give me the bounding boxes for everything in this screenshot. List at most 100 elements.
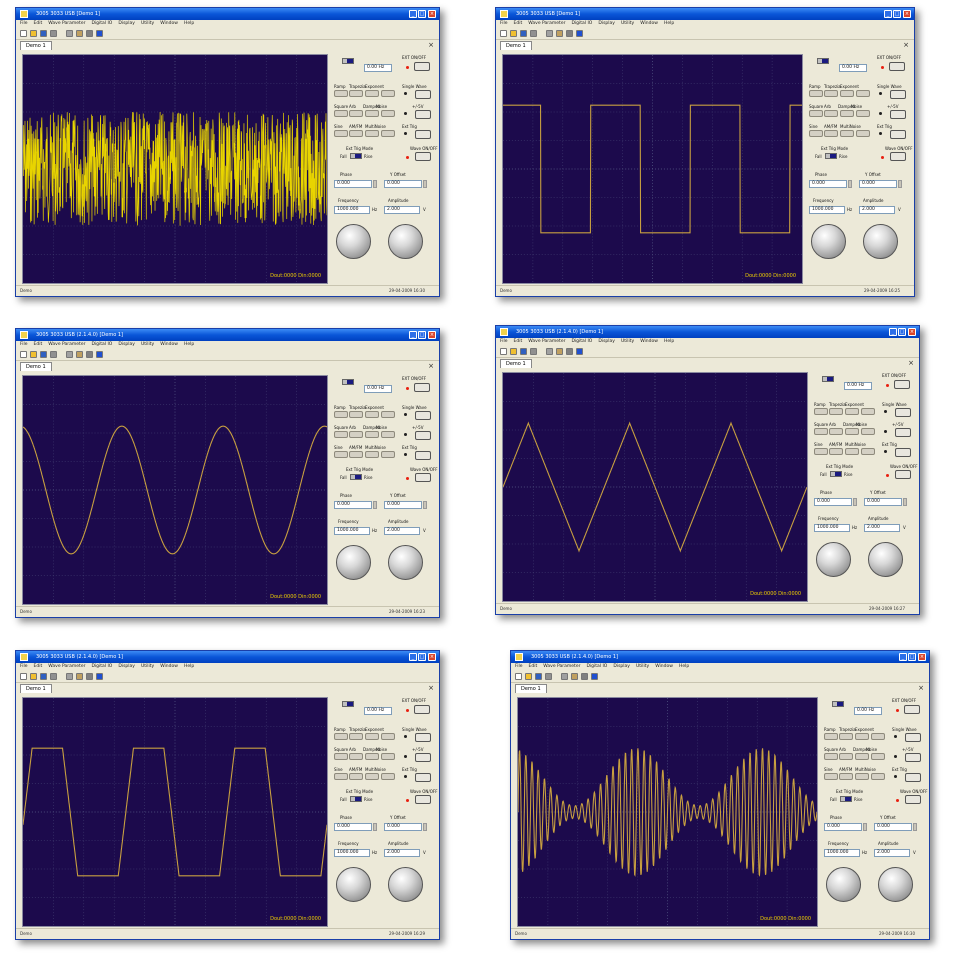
open-folder-icon[interactable] (525, 673, 532, 680)
menu-item[interactable]: Digital IO (571, 21, 592, 26)
offset-input[interactable]: 0.000 (384, 501, 422, 509)
ext-trig-button[interactable] (905, 773, 921, 782)
range-button[interactable] (415, 431, 431, 440)
menu-item[interactable]: Help (664, 21, 674, 26)
wave-select-button[interactable] (829, 428, 843, 435)
pen-icon[interactable] (556, 30, 563, 37)
menu-item[interactable]: Digital IO (91, 664, 112, 669)
wave-select-button[interactable] (824, 773, 838, 780)
tools-icon[interactable] (566, 348, 573, 355)
wave-onoff-button[interactable] (890, 152, 906, 161)
wave-select-button[interactable] (856, 90, 870, 97)
offset-input[interactable]: 0.000 (384, 823, 422, 831)
minimize-icon[interactable]: _ (899, 653, 907, 661)
ext-onoff-button[interactable] (904, 705, 920, 714)
singlewave-button[interactable] (415, 411, 431, 420)
wave-select-button[interactable] (839, 733, 853, 740)
frequency-knob[interactable] (811, 224, 846, 259)
close-icon[interactable]: × (903, 10, 911, 18)
zoom-icon[interactable] (66, 673, 73, 680)
window-titlebar[interactable]: 3005 3033 USB (2.1.4.0) [Demo 1] _ □ × (511, 651, 929, 663)
wave-select-button[interactable] (824, 733, 838, 740)
menu-item[interactable]: Wave Parameter (528, 339, 565, 344)
menu-item[interactable]: Window (640, 339, 658, 344)
open-folder-icon[interactable] (510, 30, 517, 37)
menu-item[interactable]: Digital IO (91, 342, 112, 347)
wave-select-button[interactable] (365, 90, 379, 97)
singlewave-button[interactable] (890, 90, 906, 99)
tab-demo[interactable]: Demo 1 (20, 684, 52, 693)
wave-select-button[interactable] (381, 431, 395, 438)
wave-onoff-button[interactable] (415, 152, 431, 161)
save-icon[interactable] (535, 673, 542, 680)
mode-switch[interactable] (832, 701, 844, 707)
wave-select-button[interactable] (381, 773, 395, 780)
help-icon[interactable] (591, 673, 598, 680)
mode-switch[interactable] (342, 58, 354, 64)
close-icon[interactable]: × (908, 328, 916, 336)
phase-input[interactable]: 0.000 (824, 823, 862, 831)
save-icon[interactable] (40, 673, 47, 680)
wave-select-button[interactable] (809, 130, 823, 137)
phase-input[interactable]: 0.000 (334, 501, 372, 509)
ext-onoff-button[interactable] (889, 62, 905, 71)
wave-select-button[interactable] (856, 130, 870, 137)
menu-item[interactable]: Help (184, 21, 194, 26)
offset-spinner[interactable] (898, 180, 902, 188)
new-file-icon[interactable] (515, 673, 522, 680)
frequency-input[interactable]: 1000.000 (334, 849, 370, 857)
close-icon[interactable]: × (908, 359, 914, 368)
frequency-input[interactable]: 1000.000 (809, 206, 845, 214)
amplitude-knob[interactable] (388, 867, 423, 902)
print-icon[interactable] (50, 30, 57, 37)
wave-select-button[interactable] (871, 733, 885, 740)
menu-item[interactable]: Edit (34, 664, 43, 669)
tab-demo[interactable]: Demo 1 (500, 359, 532, 368)
maximize-icon[interactable]: □ (418, 10, 426, 18)
wave-select-button[interactable] (381, 130, 395, 137)
menu-item[interactable]: Display (598, 21, 615, 26)
menu-item[interactable]: Display (118, 342, 135, 347)
help-icon[interactable] (96, 673, 103, 680)
maximize-icon[interactable]: □ (908, 653, 916, 661)
wave-select-button[interactable] (381, 753, 395, 760)
menu-item[interactable]: Utility (141, 664, 154, 669)
wave-onoff-button[interactable] (415, 473, 431, 482)
menu-item[interactable]: Window (640, 21, 658, 26)
offset-input[interactable]: 0.000 (384, 180, 422, 188)
menu-item[interactable]: Digital IO (91, 21, 112, 26)
window-titlebar[interactable]: 3005 3033 USB [Demo 1] _ □ × (496, 8, 914, 20)
wave-select-button[interactable] (381, 90, 395, 97)
wave-select-button[interactable] (365, 451, 379, 458)
wave-select-button[interactable] (814, 408, 828, 415)
ext-onoff-button[interactable] (414, 383, 430, 392)
wave-select-button[interactable] (334, 451, 348, 458)
ext-onoff-button[interactable] (414, 705, 430, 714)
wave-select-button[interactable] (840, 90, 854, 97)
menu-item[interactable]: File (500, 339, 508, 344)
wave-select-button[interactable] (381, 733, 395, 740)
wave-select-button[interactable] (365, 753, 379, 760)
amplitude-knob[interactable] (878, 867, 913, 902)
ext-trig-button[interactable] (895, 448, 911, 457)
window-titlebar[interactable]: 3005 3033 USB (2.1.4.0) [Demo 1] _ □ × (16, 329, 439, 341)
pen-icon[interactable] (556, 348, 563, 355)
zoom-icon[interactable] (561, 673, 568, 680)
singlewave-button[interactable] (895, 408, 911, 417)
menu-item[interactable]: Edit (514, 339, 523, 344)
amplitude-knob[interactable] (388, 545, 423, 580)
menu-item[interactable]: Edit (34, 21, 43, 26)
menu-item[interactable]: Digital IO (586, 664, 607, 669)
wave-select-button[interactable] (871, 773, 885, 780)
wave-select-button[interactable] (349, 130, 363, 137)
menu-item[interactable]: Window (160, 342, 178, 347)
phase-input[interactable]: 0.000 (809, 180, 847, 188)
open-folder-icon[interactable] (30, 30, 37, 37)
range-button[interactable] (890, 110, 906, 119)
close-icon[interactable]: × (428, 331, 436, 339)
menu-item[interactable]: Window (160, 21, 178, 26)
menu-item[interactable]: Utility (636, 664, 649, 669)
wave-select-button[interactable] (334, 753, 348, 760)
menu-item[interactable]: Display (598, 339, 615, 344)
wave-select-button[interactable] (855, 773, 869, 780)
